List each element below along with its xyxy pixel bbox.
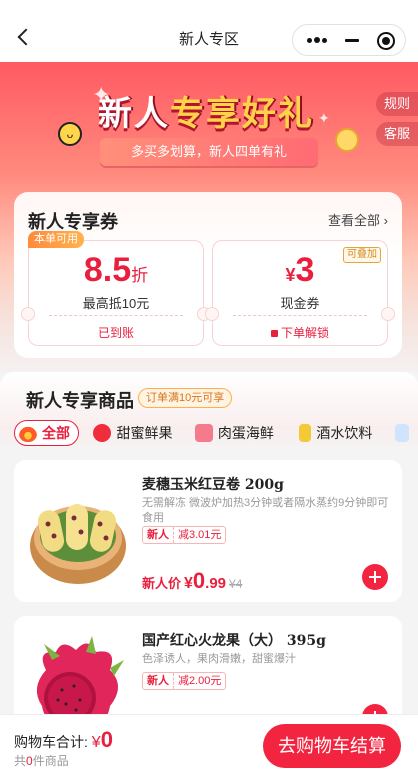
product-desc: 色泽诱人，果肉滑嫩，甜蜜爆汁 [142,653,296,665]
minimize-icon[interactable] [343,25,365,55]
cart-total: 购物车合计: ¥0 [14,727,113,752]
more-dots-icon[interactable] [301,25,335,55]
meat-icon [194,424,213,443]
water-bottle-icon [394,424,409,443]
newcomer-discount-badge: 新人 减2.00元 [142,672,227,690]
newcomer-discount-badge: 新人 减3.01元 [142,526,227,544]
coupon-divider [49,315,183,316]
banner-subtitle: 多买多划算，新人四单有礼 [100,138,318,166]
coupon-status: 已到账 [97,326,134,340]
close-circle-icon[interactable] [377,32,395,50]
product-price: 新人价 ¥0.99 ¥4 [142,568,243,593]
coupon-divider [233,315,367,316]
add-to-cart-button[interactable] [362,564,388,590]
goods-threshold-tag: 订单满10元可享 [138,388,233,408]
category-tabs: 全部 甜蜜鲜果 肉蛋海鲜 酒水饮料 [14,420,418,450]
coupon-notch [205,307,219,321]
coupon-desc: 现金券 [280,296,320,311]
coupon-discount[interactable]: 本单可用 8.5折 最高抵10元 已到账 [21,231,211,346]
coupon-notch [21,307,35,321]
cart-item-count: 共0件商品 [14,754,69,768]
drink-icon [299,424,312,443]
strawberry-icon [93,424,112,443]
sparkle-icon: ✦ [318,110,330,126]
coupon-cash[interactable]: 可叠加 ¥3 现金券 下单解锁 [205,240,395,346]
product-desc: 无需解冻 微波炉加热3分钟或者隔水蒸约9分钟即可食用 [142,497,389,524]
coupon-desc: 最高抵10元 [82,296,150,311]
smile-face-icon: ᴗ [58,122,82,146]
coin-icon [335,128,359,152]
coupon-panel: 新人专享券 查看全部 › 本单可用 8.5折 最高抵10元 已到账 可叠加 ¥3… [14,192,402,358]
tab-meat-seafood[interactable]: 肉蛋海鲜 [191,421,282,447]
banner-title: 新人专享好礼 [98,94,314,134]
rules-button[interactable]: 规则 [376,92,418,116]
mini-program-capsule [292,24,406,56]
corn-roll-image [30,504,126,584]
checkout-button[interactable]: 去购物车结算 [263,724,401,768]
fire-icon [19,424,37,443]
tab-more[interactable] [391,421,418,447]
cart-bar: 购物车合计: ¥0 共0件商品 去购物车结算 [0,714,418,778]
tab-fruit[interactable]: 甜蜜鲜果 [89,421,180,447]
tab-drinks[interactable]: 酒水饮料 [292,421,380,447]
coupon-value: 8.5折 [83,251,149,289]
coupon-status: 下单解锁 [213,324,387,341]
top-nav-bar: 新人专区 [0,0,418,62]
goods-heading: 新人专享商品 [26,391,134,411]
coupon-tag: 本单可用 [28,231,84,248]
coupon-notch [381,307,395,321]
coupon-value: ¥3 [285,251,315,289]
view-all-link[interactable]: 查看全部 › [328,210,388,229]
customer-service-button[interactable]: 客服 [376,122,418,146]
product-name: 国产红心火龙果（大） 395g [142,633,326,649]
product-card[interactable]: 麦穗玉米红豆卷 200g 无需解冻 微波炉加热3分钟或者隔水蒸约9分钟即可食用 … [14,460,402,602]
lock-icon [270,330,278,337]
tab-all[interactable]: 全部 [14,420,79,446]
product-name: 麦穗玉米红豆卷 200g [142,477,284,493]
